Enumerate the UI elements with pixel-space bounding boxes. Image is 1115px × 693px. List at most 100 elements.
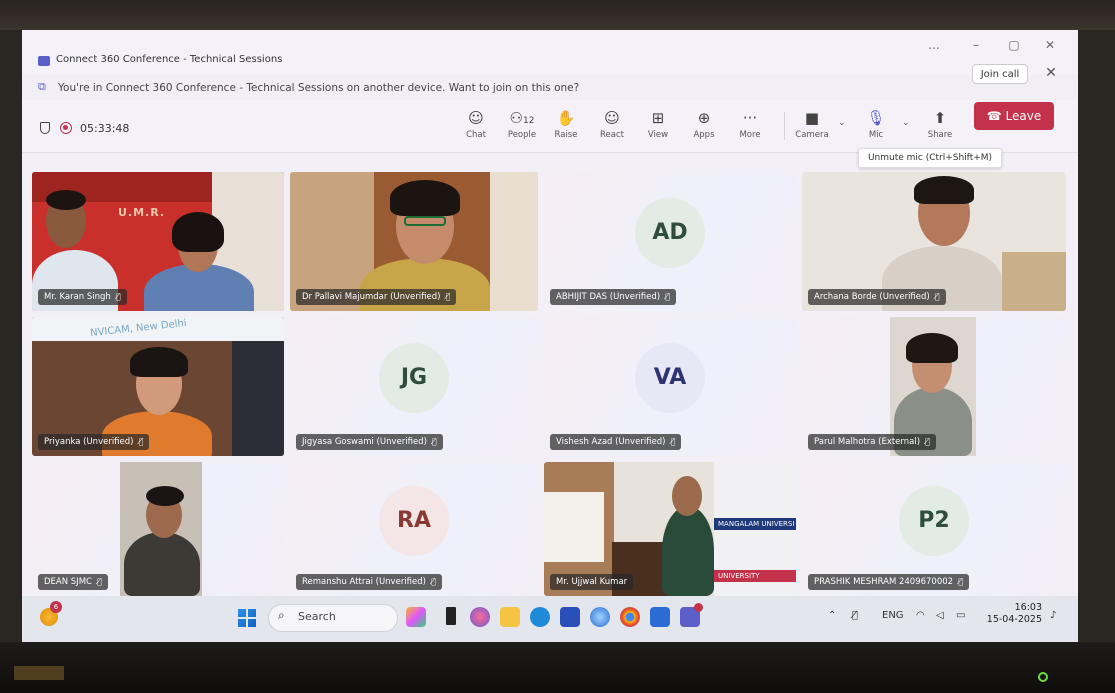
mic-muted-icon: 🎙̸: [670, 437, 676, 446]
avatar: RA: [379, 485, 449, 556]
teams-logo-icon: [38, 56, 50, 66]
avatar: VA: [635, 343, 705, 414]
camera-button[interactable]: ■ Camera: [792, 108, 832, 150]
copilot-icon[interactable]: [470, 607, 490, 627]
taskbar-clock[interactable]: 16:03 15-04-2025: [986, 602, 1042, 626]
notification-bell-icon[interactable]: ♪: [1050, 610, 1056, 621]
title-bar: [22, 30, 1078, 74]
participant-tile-prashik[interactable]: P2 PRASHIK MESHRAM 2409670002 🎙̸: [802, 462, 1066, 596]
mic-muted-icon: 🎙̸: [958, 577, 963, 586]
podium-banner: UNIVERSITY: [714, 570, 796, 582]
mic-options-chevron-icon[interactable]: ⌄: [902, 118, 910, 128]
leave-button[interactable]: ☎ Leave: [974, 102, 1054, 130]
mic-muted-icon: 🎙̸: [138, 437, 144, 446]
mic-muted-icon: 🎙̸: [445, 292, 451, 301]
edge-icon[interactable]: [530, 607, 550, 627]
people-icon: ⚇12: [509, 109, 535, 127]
people-button[interactable]: ⚇12 People: [502, 108, 542, 150]
battery-icon[interactable]: ▭: [956, 610, 965, 621]
mic-button[interactable]: 🎙 Mic: [856, 108, 896, 150]
paint-icon[interactable]: [406, 607, 426, 627]
more-button[interactable]: ··· More: [730, 108, 770, 150]
power-indicator-icon: [1038, 672, 1048, 682]
participant-tile-parul[interactable]: Parul Malhotra (External) 🎙̸: [802, 317, 1066, 456]
chat-icon: ☺: [468, 109, 484, 127]
participant-tile-abhijit[interactable]: AD ABHIJIT DAS (Unverified) 🎙̸: [544, 172, 796, 311]
share-icon: ⬆: [933, 109, 947, 127]
file-explorer-icon[interactable]: [500, 607, 520, 627]
participant-tile-vishesh[interactable]: VA Vishesh Azad (Unverified) 🎙̸: [544, 317, 796, 456]
participant-tile-karan[interactable]: U.M.R. Mr. Karan Singh 🎙̸: [32, 172, 284, 311]
close-window-button[interactable]: ✕: [1038, 36, 1062, 54]
search-icon: ⌕: [278, 608, 285, 622]
meeting-timer: 05:33:48: [80, 122, 130, 135]
notification-badge: 6: [50, 601, 62, 613]
camera-icon: ■: [804, 109, 820, 127]
teams-notification-dot: [694, 603, 703, 612]
search-placeholder: Search: [298, 610, 336, 623]
monitor-bezel-bottom: [0, 642, 1115, 693]
chat-button[interactable]: ☺ Chat: [456, 108, 496, 150]
glasses-icon: [404, 216, 446, 226]
wall-sign: U.M.R.: [118, 206, 166, 219]
volume-icon[interactable]: ◁: [936, 610, 944, 621]
mic-muted-tray-icon[interactable]: 🎙̸: [852, 610, 858, 621]
minimize-button[interactable]: –: [964, 36, 988, 54]
hand-icon: ✋: [556, 109, 576, 127]
mic-muted-icon: 🎙̸: [925, 437, 930, 446]
university-banner: MANGALAM UNIVERSI: [714, 518, 796, 530]
language-indicator[interactable]: ENG: [882, 610, 904, 621]
photos-icon[interactable]: [590, 607, 610, 627]
chevron-up-icon[interactable]: ⌃: [828, 610, 836, 621]
notice-text: You're in Connect 360 Conference - Techn…: [58, 82, 580, 94]
avatar: P2: [899, 485, 969, 556]
shield-icon: [40, 122, 50, 134]
close-notice-button[interactable]: ✕: [1042, 64, 1060, 82]
apps-button[interactable]: ⊕ Apps: [684, 108, 724, 150]
participant-name-tag: PRASHIK MESHRAM 2409670002 🎙̸: [808, 574, 969, 590]
participant-tile-ujjwal[interactable]: MANGALAM UNIVERSI UNIVERSITY Mr. Ujjwal …: [544, 462, 796, 596]
avatar: AD: [635, 198, 705, 269]
chrome-icon[interactable]: [620, 607, 640, 627]
camera-options-chevron-icon[interactable]: ⌄: [838, 118, 846, 128]
join-call-button[interactable]: Join call: [972, 64, 1028, 84]
smile-icon: ☺: [604, 109, 620, 127]
toolbar-divider: [784, 112, 785, 140]
snipping-tool-icon[interactable]: [650, 607, 670, 627]
participant-name-tag: Remanshu Attrai (Unverified) 🎙̸: [296, 574, 442, 590]
mic-muted-icon: 🎙̸: [665, 292, 670, 301]
share-button[interactable]: ⬆ Share: [920, 108, 960, 150]
avatar: JG: [379, 343, 449, 414]
maximize-button[interactable]: ▢: [1002, 36, 1026, 54]
mic-muted-icon: 🎙̸: [96, 577, 102, 586]
unmute-tooltip: Unmute mic (Ctrl+Shift+M): [858, 148, 1002, 168]
grid-icon: ⊞: [651, 109, 665, 127]
participant-name-tag: Vishesh Azad (Unverified) 🎙̸: [550, 434, 682, 450]
monitor-sticker: [14, 666, 64, 680]
participant-tile-pallavi[interactable]: Dr Pallavi Majumdar (Unverified) 🎙̸: [290, 172, 538, 311]
participant-name-tag: Mr. Ujjwal Kumar: [550, 574, 634, 590]
mic-muted-icon: 🎙̸: [115, 292, 121, 301]
participant-tile-priyanka[interactable]: NVICAM, New Delhi Priyanka (Unverified) 🎙…: [32, 317, 284, 456]
participant-tile-dean[interactable]: DEAN SJMC 🎙̸: [32, 462, 284, 596]
participant-name-tag: DEAN SJMC 🎙̸: [38, 574, 108, 590]
screen: Connect 360 Conference - Technical Sessi…: [22, 30, 1078, 642]
raise-hand-button[interactable]: ✋ Raise: [546, 108, 586, 150]
participant-name-tag: Priyanka (Unverified) 🎙̸: [38, 434, 150, 450]
store-icon[interactable]: [560, 607, 580, 627]
view-button[interactable]: ⊞ View: [638, 108, 678, 150]
react-button[interactable]: ☺ React: [592, 108, 632, 150]
monitor-bezel-left: [0, 30, 22, 642]
monitor-bezel-top: [0, 0, 1115, 30]
recording-icon: [60, 122, 72, 134]
windows-start-icon[interactable]: [238, 609, 256, 627]
more-options-button[interactable]: ...: [922, 36, 946, 54]
plus-box-icon: ⊕: [697, 109, 711, 127]
terminal-icon[interactable]: [446, 607, 456, 625]
participant-name-tag: Mr. Karan Singh 🎙̸: [38, 289, 127, 305]
participant-tile-jigyasa[interactable]: JG Jigyasa Goswami (Unverified) 🎙̸: [290, 317, 538, 456]
wifi-icon[interactable]: ◠: [916, 610, 925, 621]
window-title: Connect 360 Conference - Technical Sessi…: [56, 54, 283, 65]
participant-tile-archana[interactable]: Archana Borde (Unverified) 🎙̸: [802, 172, 1066, 311]
participant-tile-remanshu[interactable]: RA Remanshu Attrai (Unverified) 🎙̸: [290, 462, 538, 596]
